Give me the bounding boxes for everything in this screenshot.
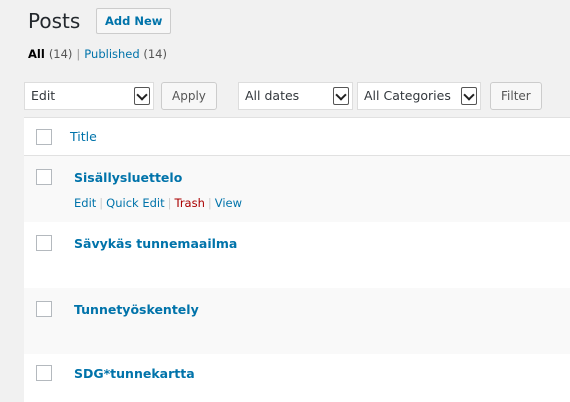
category-filter-value: All Categories (364, 88, 451, 103)
post-status-filter: All (14) | Published (14) (28, 47, 167, 61)
post-title-link[interactable]: SDG*tunnekartta (74, 366, 195, 381)
table-row: SDG*tunnekartta (24, 354, 570, 402)
trash-link[interactable]: Trash (174, 196, 204, 210)
row-checkbox[interactable] (36, 169, 52, 185)
table-row: Sävykäs tunnemaailma (24, 222, 570, 288)
view-link[interactable]: View (215, 196, 242, 210)
row-checkbox[interactable] (36, 301, 52, 317)
post-title-link[interactable]: Tunnetyöskentely (74, 302, 199, 317)
posts-table: Title Sisällysluettelo Edit | Quick Edit | T… (24, 117, 570, 402)
quick-edit-link[interactable]: Quick Edit (106, 196, 164, 210)
post-title-link[interactable]: Sisällysluettelo (74, 170, 182, 185)
row-checkbox[interactable] (36, 365, 52, 381)
title-column-header[interactable]: Title (70, 129, 97, 144)
bulk-action-select[interactable]: Edit (24, 82, 154, 110)
filter-button[interactable]: Filter (490, 82, 542, 110)
row-actions: Edit | Quick Edit | Trash | View (74, 196, 243, 210)
table-row: Tunnetyöskentely (24, 288, 570, 354)
add-new-button[interactable]: Add New (96, 8, 172, 34)
table-row: Sisällysluettelo Edit | Quick Edit | Trash | V… (24, 156, 570, 222)
chevron-down-icon (333, 87, 349, 105)
edit-link[interactable]: Edit (74, 196, 96, 210)
apply-button[interactable]: Apply (161, 82, 217, 110)
select-all-checkbox[interactable] (36, 129, 52, 145)
date-filter-value: All dates (245, 88, 300, 103)
chevron-down-icon (461, 87, 477, 105)
row-checkbox[interactable] (36, 235, 52, 251)
table-header: Title (24, 118, 570, 156)
view-separator: | (76, 47, 81, 61)
view-published-link[interactable]: Published (14) (84, 47, 167, 61)
page-title: Posts (28, 9, 81, 33)
post-title-link[interactable]: Sävykäs tunnemaailma (74, 236, 237, 251)
date-filter-select[interactable]: All dates (238, 82, 353, 110)
bulk-action-value: Edit (31, 88, 56, 103)
chevron-down-icon (134, 87, 150, 105)
category-filter-select[interactable]: All Categories (357, 82, 481, 110)
view-all-link[interactable]: All (14) (28, 47, 72, 61)
